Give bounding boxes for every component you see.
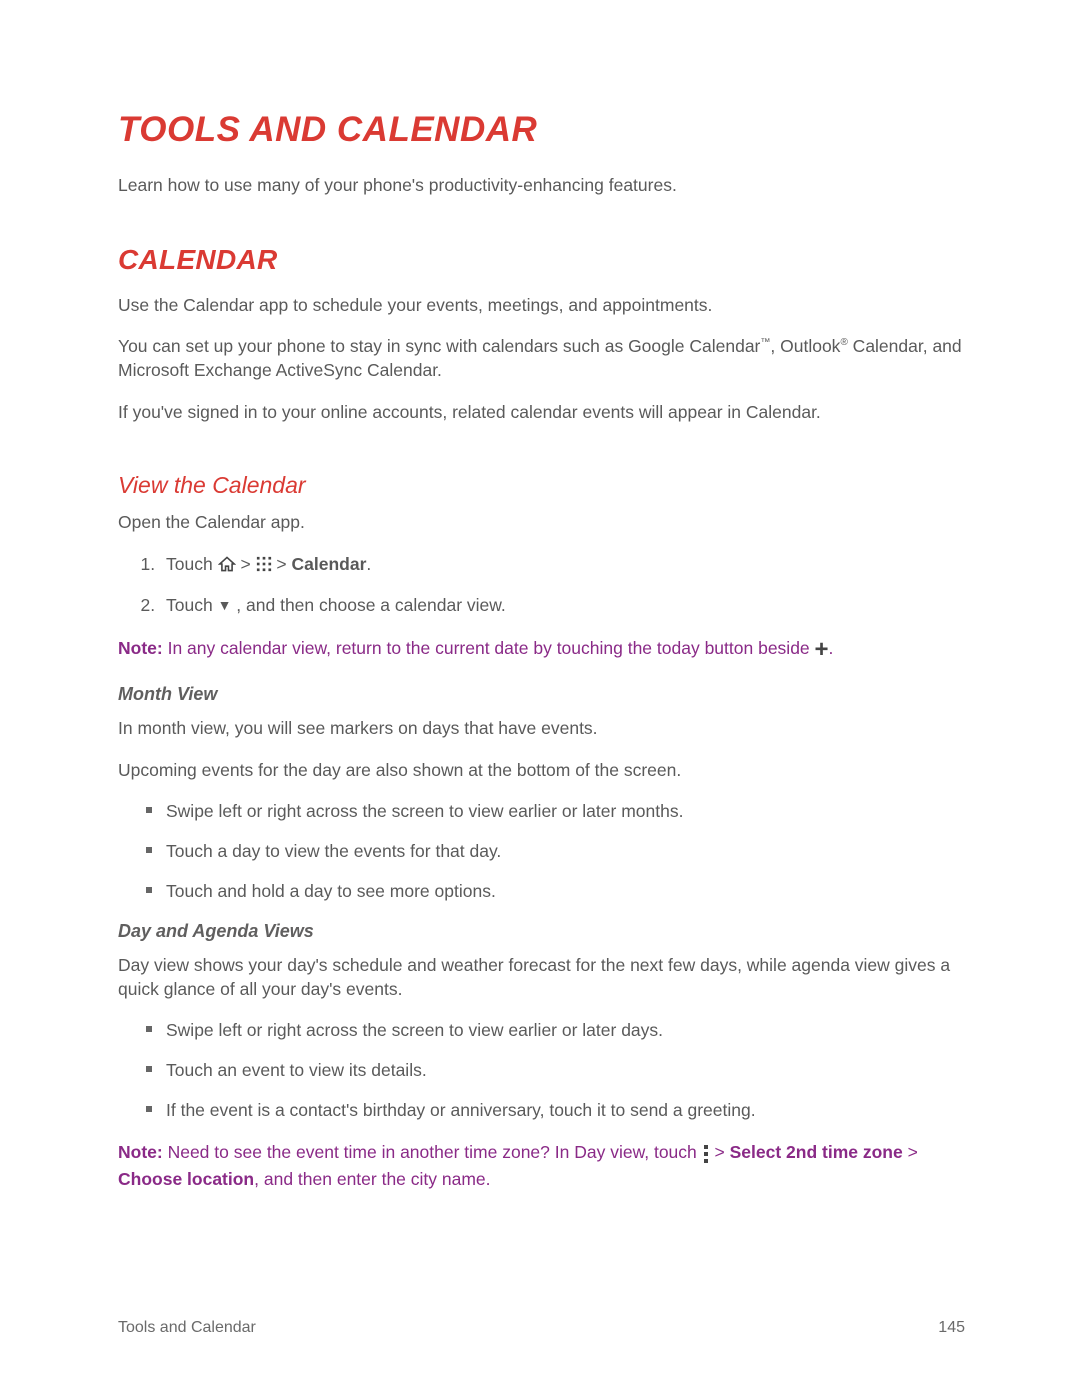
list-item: Touch a day to view the events for that … <box>146 840 965 864</box>
list-item: Touch and hold a day to see more options… <box>146 880 965 904</box>
list-item: Swipe left or right across the screen to… <box>146 1019 965 1043</box>
month-paragraph-1: In month view, you will see markers on d… <box>118 717 965 741</box>
footer-page-number: 145 <box>938 1319 965 1337</box>
plus-icon: + <box>815 636 829 663</box>
document-page: TOOLS AND CALENDAR Learn how to use many… <box>0 0 1080 1397</box>
footer-section-name: Tools and Calendar <box>118 1319 256 1337</box>
overflow-menu-icon <box>702 1142 710 1167</box>
dropdown-triangle-icon: ▼ <box>218 596 232 615</box>
step-1: Touch > > Calendar. <box>160 553 965 579</box>
day-bullet-list: Swipe left or right across the screen to… <box>118 1019 965 1122</box>
calendar-paragraph-3: If you've signed in to your online accou… <box>118 401 965 425</box>
section-heading-calendar: CALENDAR <box>118 244 965 276</box>
subheading-view-calendar: View the Calendar <box>118 472 965 499</box>
note-timezone: Note: Need to see the event time in anot… <box>118 1140 965 1191</box>
calendar-label: Calendar <box>292 554 367 574</box>
apps-grid-icon <box>256 555 272 579</box>
home-icon <box>218 555 236 579</box>
open-calendar-text: Open the Calendar app. <box>118 511 965 535</box>
month-bullet-list: Swipe left or right across the screen to… <box>118 800 965 903</box>
note-today-button: Note: In any calendar view, return to th… <box>118 636 965 662</box>
month-paragraph-2: Upcoming events for the day are also sho… <box>118 759 965 783</box>
page-title: TOOLS AND CALENDAR <box>118 110 965 150</box>
list-item: Swipe left or right across the screen to… <box>146 800 965 824</box>
calendar-paragraph-2: You can set up your phone to stay in syn… <box>118 335 965 382</box>
page-footer: Tools and Calendar 145 <box>118 1319 965 1337</box>
subheading-day-agenda-views: Day and Agenda Views <box>118 921 965 942</box>
subheading-month-view: Month View <box>118 684 965 705</box>
calendar-paragraph-1: Use the Calendar app to schedule your ev… <box>118 294 965 318</box>
list-item: Touch an event to view its details. <box>146 1059 965 1083</box>
steps-list: Touch > > Calendar. Touch ▼ , and then c… <box>118 553 965 618</box>
list-item: If the event is a contact's birthday or … <box>146 1099 965 1123</box>
intro-paragraph: Learn how to use many of your phone's pr… <box>118 174 965 198</box>
step-2: Touch ▼ , and then choose a calendar vie… <box>160 594 965 618</box>
day-paragraph-1: Day view shows your day's schedule and w… <box>118 954 965 1001</box>
